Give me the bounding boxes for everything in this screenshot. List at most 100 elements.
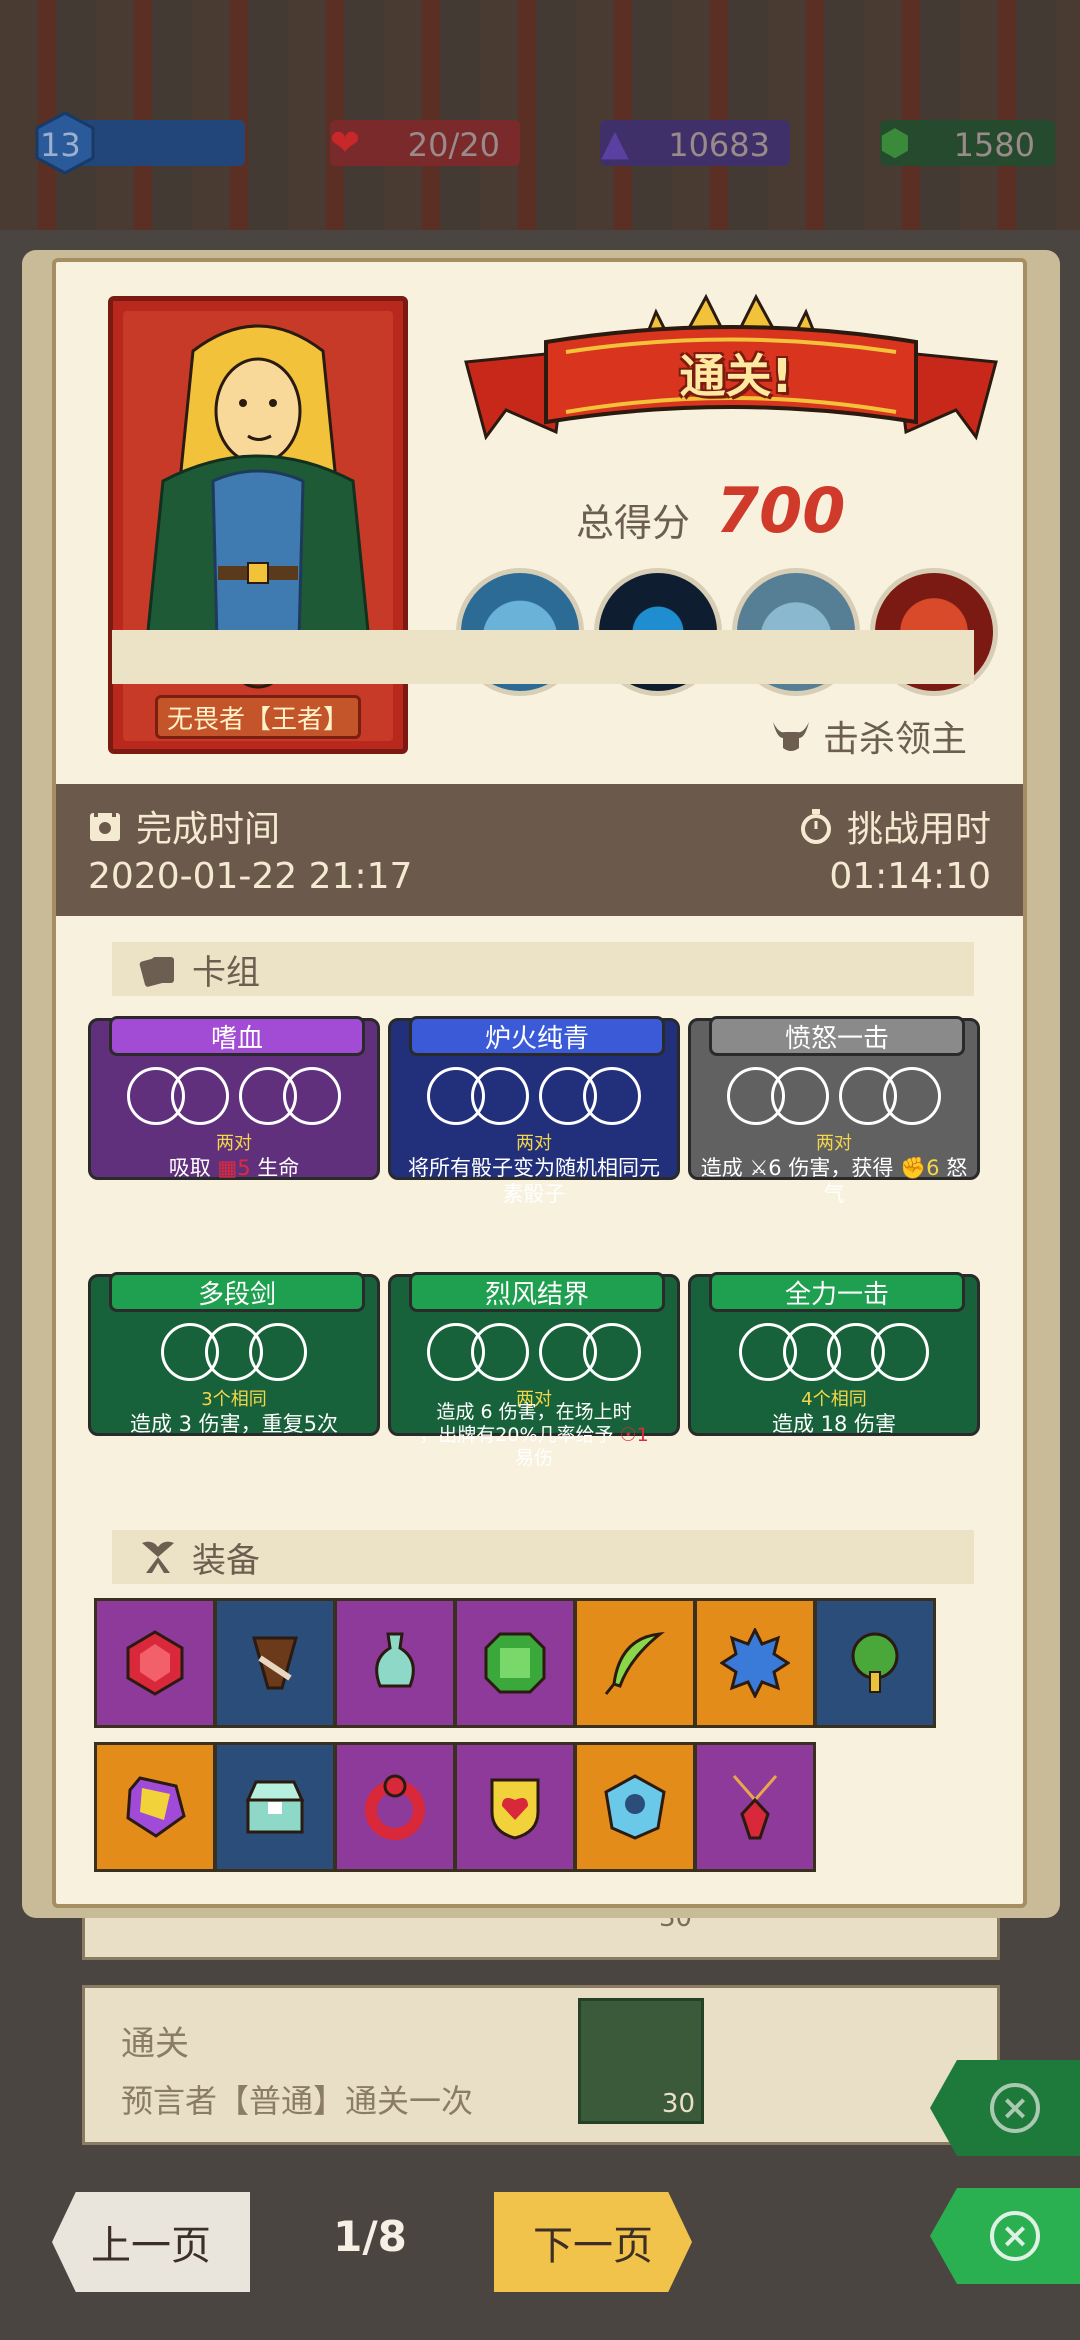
vase-icon [375,1632,415,1688]
emerald-gem-icon [484,1632,546,1694]
equipment-slot[interactable] [694,1598,816,1728]
finish-time-text: 完成时间 [136,809,281,850]
dice-slots [91,1323,377,1381]
reward-gem-icon: 30 [578,1998,704,2124]
skill-card[interactable]: 烈风结界 两对 造成 6 伤害，在场上时 ，出牌有20%几率给予 ☉1 易伤 [388,1272,680,1469]
fist-icon: ✊ [900,1156,927,1180]
boss-kill-text: 击杀领主 [822,719,967,760]
gem-value: 10683 [668,126,770,164]
prev-page-button[interactable]: 上一页 [52,2192,250,2292]
card-description: 造成 ⚔6 伤害，获得 ✊6 怒气 [700,1156,968,1206]
hp-indicator: ❤ 20/20 [330,120,520,166]
level-indicator: 13 [35,111,245,175]
equipment-slot[interactable] [94,1598,216,1728]
achievement-title: 通关 [121,2024,189,2064]
deck-header [112,630,974,684]
reward-count: 30 [661,2089,695,2119]
card-title: 炉火纯青 [409,1016,665,1056]
card-title: 烈风结界 [409,1272,665,1312]
card-title: 嗜血 [109,1016,365,1056]
duration-label: 挑战用时 [799,800,991,852]
skill-card[interactable]: 嗜血 两对 吸取 ▦5 生命 [88,1016,380,1180]
equipment-slot[interactable] [814,1598,936,1728]
card-requirement: 3个相同 [201,1389,267,1410]
stopwatch-icon [800,809,831,844]
equipment-slot[interactable] [454,1598,576,1728]
finish-time-value: 2020-01-22 21:17 [88,856,413,897]
score-value: 700 [716,474,846,547]
status-bar: 13 ❤ 20/20 ▲ 10683 ⬢ 1580 [0,108,1080,178]
heart-icon: ❤ [329,122,361,164]
axe-icon [142,1541,174,1573]
card-description: 吸取 ▦5 生命 [168,1156,300,1180]
ruby-gem-icon [126,1630,184,1696]
equipment-slot[interactable] [334,1742,456,1872]
tree-icon [851,1632,899,1693]
calendar-icon [90,811,120,841]
boss-kill-label: 击杀领主 [771,710,967,762]
dice-slots [691,1067,977,1125]
skill-card[interactable]: 全力一击 4个相同 造成 18 伤害 [688,1272,980,1436]
duration-text: 挑战用时 [846,809,991,850]
equipment-slot[interactable] [454,1742,576,1872]
clear-banner: 通关! [456,292,1006,462]
gem-icon: ▲ [601,122,629,164]
equipment-slot[interactable] [94,1742,216,1872]
spiked-shield-icon [720,1628,790,1698]
skill-card[interactable]: 愤怒一击 两对 造成 ⚔6 伤害，获得 ✊6 怒气 [688,1016,980,1206]
equipment-slot[interactable] [574,1598,696,1728]
card-requirement: 4个相同 [801,1389,867,1410]
sword-icon: ⚔ [749,1156,769,1180]
card-requirement: 两对 [216,1133,252,1154]
card-requirement: 两对 [816,1133,852,1154]
finish-time-label: 完成时间 [88,800,280,852]
list-item: 通关 预言者【普通】通关一次 [82,1985,1000,2145]
close-icon: × [990,2211,1040,2261]
duration-value: 01:14:10 [829,856,991,897]
equipment-slot[interactable] [214,1742,336,1872]
card-description: 造成 6 伤害，在场上时 ，出牌有20%几率给予 ☉1 易伤 [419,1401,649,1469]
dice-slots [391,1323,677,1381]
card-description: 将所有骰子变为随机相同元素骰子 [408,1156,660,1206]
ring-icon [365,1774,425,1840]
equipment-slot[interactable] [574,1742,696,1872]
skill-card[interactable]: 炉火纯青 两对 将所有骰子变为随机相同元素骰子 [388,1016,680,1206]
equipment-slot[interactable] [694,1742,816,1872]
skull-badge-icon [604,1774,666,1840]
dice-slots [691,1323,977,1381]
close-button[interactable]: × [930,2188,1080,2284]
card-description: 造成 18 伤害 [771,1412,897,1436]
card-title: 多段剑 [109,1272,365,1312]
vulnerable-icon: ☉ [619,1424,637,1446]
time-bar: 完成时间 2020-01-22 21:17 挑战用时 01:14:10 [56,784,1023,916]
skill-card[interactable]: 多段剑 3个相同 造成 3 伤害，重复5次 [88,1272,380,1436]
card-title: 全力一击 [709,1272,965,1312]
crystal-icon [126,1776,186,1838]
horn-icon [252,1636,298,1690]
card-title: 愤怒一击 [709,1016,965,1056]
life-icon: ▦ [217,1156,238,1180]
gem-indicator: ▲ 10683 [600,120,790,166]
score-label: 总得分 [576,501,691,545]
card-description: 造成 3 伤害，重复5次 [129,1412,339,1436]
equipment-title: 装备 [192,1540,260,1581]
achievement-desc: 预言者【普通】通关一次 [121,2082,474,2120]
deck-header: 卡组 [112,942,974,996]
hero-name: 无畏者【王者】 [155,695,361,739]
close-icon: × [990,2083,1040,2133]
next-page-button[interactable]: 下一页 [494,2192,692,2292]
deck-title: 卡组 [192,952,260,993]
dice-slots [391,1067,677,1125]
card-requirement: 两对 [516,1133,552,1154]
chest-icon [245,1780,305,1834]
claim-button[interactable]: × [930,2060,1080,2156]
coin-indicator: ⬢ 1580 [879,120,1055,166]
coin-value: 1580 [953,126,1035,164]
heart-shield-icon [490,1778,540,1840]
equipment-slot[interactable] [334,1598,456,1728]
result-panel: 无畏者【王者】 通关! 总得分 700 击杀领主 完成时间 2020-01-22… [52,258,1027,1908]
dice-slots [91,1067,377,1125]
pendant-icon [732,1775,778,1840]
equipment-slot[interactable] [214,1598,336,1728]
clear-title: 通关! [679,349,793,403]
